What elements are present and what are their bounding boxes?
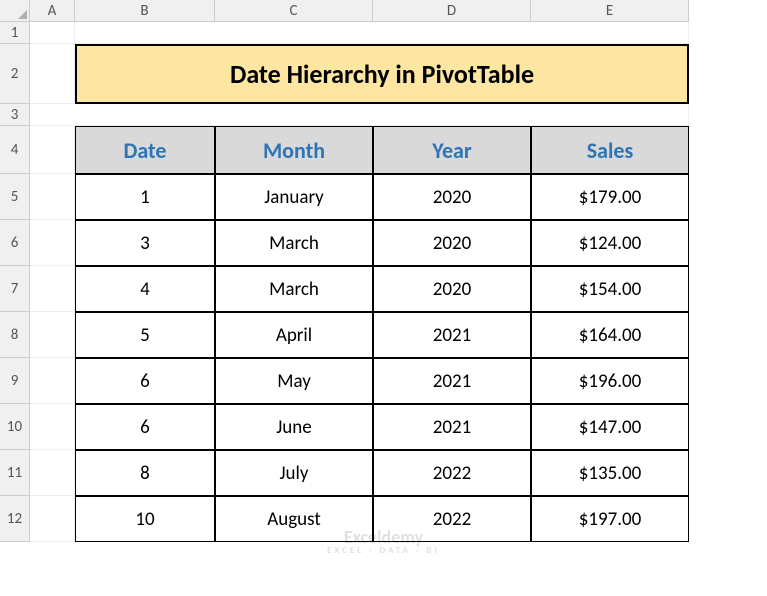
table-header-year[interactable]: Year: [373, 126, 531, 174]
cell-row1[interactable]: [75, 22, 689, 44]
table-cell-year[interactable]: 2021: [373, 404, 531, 450]
col-header-E[interactable]: E: [531, 0, 689, 22]
table-cell-year[interactable]: 2021: [373, 358, 531, 404]
table-cell-year[interactable]: 2021: [373, 312, 531, 358]
row-header-8[interactable]: 8: [0, 312, 30, 358]
table-cell-month[interactable]: January: [215, 174, 373, 220]
cell-A11[interactable]: [30, 450, 75, 496]
cell-A9[interactable]: [30, 358, 75, 404]
col-header-D[interactable]: D: [373, 0, 531, 22]
cell-A7[interactable]: [30, 266, 75, 312]
cell-row3[interactable]: [30, 104, 689, 126]
row-header-3[interactable]: 3: [0, 104, 30, 126]
table-cell-year[interactable]: 2020: [373, 174, 531, 220]
table-cell-sales[interactable]: $164.00: [531, 312, 689, 358]
col-header-A[interactable]: A: [30, 0, 75, 22]
table-cell-month[interactable]: June: [215, 404, 373, 450]
row-header-2[interactable]: 2: [0, 44, 30, 104]
cell-A10[interactable]: [30, 404, 75, 450]
cell-A6[interactable]: [30, 220, 75, 266]
table-cell-date[interactable]: 3: [75, 220, 215, 266]
table-cell-year[interactable]: 2022: [373, 496, 531, 542]
table-cell-date[interactable]: 8: [75, 450, 215, 496]
table-cell-sales[interactable]: $147.00: [531, 404, 689, 450]
spreadsheet-grid: A B C D E 1 2 Date Hierarchy in PivotTab…: [0, 0, 767, 542]
row-header-4[interactable]: 4: [0, 126, 30, 174]
row-header-1[interactable]: 1: [0, 22, 30, 44]
table-header-date[interactable]: Date: [75, 126, 215, 174]
table-cell-date[interactable]: 10: [75, 496, 215, 542]
row-header-5[interactable]: 5: [0, 174, 30, 220]
table-cell-month[interactable]: August: [215, 496, 373, 542]
col-header-B[interactable]: B: [75, 0, 215, 22]
cell-A2[interactable]: [30, 44, 75, 104]
table-header-sales[interactable]: Sales: [531, 126, 689, 174]
cell-A12[interactable]: [30, 496, 75, 542]
table-cell-date[interactable]: 6: [75, 358, 215, 404]
table-cell-month[interactable]: July: [215, 450, 373, 496]
row-header-9[interactable]: 9: [0, 358, 30, 404]
cell-A8[interactable]: [30, 312, 75, 358]
table-cell-month[interactable]: March: [215, 266, 373, 312]
cell-A1[interactable]: [30, 22, 75, 44]
page-title[interactable]: Date Hierarchy in PivotTable: [75, 44, 689, 104]
table-cell-month[interactable]: April: [215, 312, 373, 358]
watermark-tagline: EXCEL · DATA · BI: [327, 546, 440, 555]
table-cell-sales[interactable]: $179.00: [531, 174, 689, 220]
table-cell-sales[interactable]: $197.00: [531, 496, 689, 542]
table-cell-date[interactable]: 6: [75, 404, 215, 450]
table-cell-sales[interactable]: $135.00: [531, 450, 689, 496]
select-all-corner[interactable]: [0, 0, 30, 22]
table-cell-year[interactable]: 2020: [373, 266, 531, 312]
row-header-6[interactable]: 6: [0, 220, 30, 266]
table-cell-date[interactable]: 5: [75, 312, 215, 358]
table-cell-year[interactable]: 2022: [373, 450, 531, 496]
row-header-7[interactable]: 7: [0, 266, 30, 312]
table-cell-year[interactable]: 2020: [373, 220, 531, 266]
table-cell-month[interactable]: March: [215, 220, 373, 266]
cell-A5[interactable]: [30, 174, 75, 220]
table-header-month[interactable]: Month: [215, 126, 373, 174]
row-header-11[interactable]: 11: [0, 450, 30, 496]
table-cell-sales[interactable]: $196.00: [531, 358, 689, 404]
table-cell-sales[interactable]: $154.00: [531, 266, 689, 312]
table-cell-month[interactable]: May: [215, 358, 373, 404]
table-cell-date[interactable]: 4: [75, 266, 215, 312]
col-header-C[interactable]: C: [215, 0, 373, 22]
row-header-12[interactable]: 12: [0, 496, 30, 542]
table-cell-date[interactable]: 1: [75, 174, 215, 220]
table-cell-sales[interactable]: $124.00: [531, 220, 689, 266]
cell-A4[interactable]: [30, 126, 75, 174]
row-header-10[interactable]: 10: [0, 404, 30, 450]
